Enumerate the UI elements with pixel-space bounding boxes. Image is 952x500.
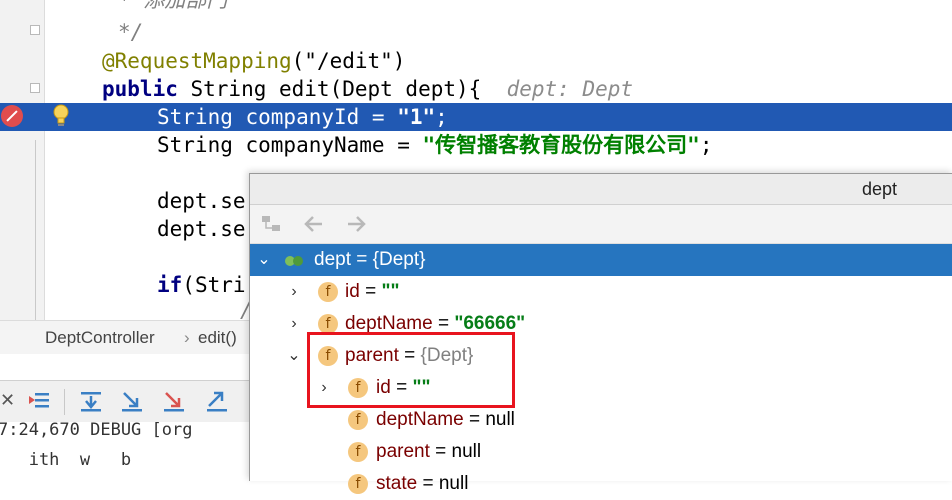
- code-line: * 添加部门: [118, 0, 228, 12]
- show-execution-point-icon[interactable]: [27, 388, 53, 414]
- highlight-box: [307, 332, 515, 408]
- fold-icon[interactable]: [30, 83, 40, 93]
- breadcrumb-class[interactable]: DeptController: [45, 321, 155, 354]
- hierarchy-icon[interactable]: [260, 213, 284, 235]
- tree-row-text: state = null: [376, 473, 469, 494]
- forward-arrow-icon[interactable]: [344, 213, 368, 235]
- tree-row[interactable]: f deptName = null: [250, 404, 952, 436]
- fold-guide: [35, 140, 36, 320]
- chevron-down-icon[interactable]: ⌄: [284, 340, 304, 372]
- step-into-icon[interactable]: [119, 388, 145, 414]
- close-icon[interactable]: ✕: [0, 390, 15, 411]
- code-line: public String edit(Dept dept){ dept: Dep…: [102, 77, 634, 101]
- current-execution-line: String companyId = "1";: [0, 103, 952, 131]
- tree-row-text: deptName = null: [376, 409, 515, 430]
- code-line: dept.se: [157, 217, 246, 241]
- popup-title: dept: [861, 179, 897, 199]
- variable-inspector-popup: dept ⌄ dept = {Dept} › f id = "" › f dep…: [249, 173, 952, 494]
- toolbar-divider: [64, 389, 65, 415]
- field-icon: f: [348, 442, 368, 462]
- code-line: @RequestMapping("/edit"): [102, 49, 406, 73]
- step-out-icon[interactable]: [204, 388, 230, 414]
- tree-row-root[interactable]: ⌄ dept = {Dept}: [250, 244, 952, 276]
- tree-row[interactable]: f state = null: [250, 468, 952, 500]
- inline-hint: dept: Dept: [506, 77, 634, 101]
- code-line: String companyId = "1";: [157, 105, 448, 129]
- breadcrumb-method[interactable]: edit(): [198, 321, 237, 354]
- console-line: ith w b: [0, 450, 132, 470]
- annotation-arg: ("/edit"): [291, 49, 406, 73]
- code-line: if(Stri: [157, 273, 246, 297]
- tree-row-text: id = "": [345, 281, 400, 302]
- code-line: */: [118, 20, 144, 44]
- console-line: 7:24,670 DEBUG [org: [0, 420, 193, 440]
- tree-row[interactable]: › f id = "": [250, 276, 952, 308]
- breakpoint-icon[interactable]: [1, 105, 23, 127]
- field-icon: f: [348, 410, 368, 430]
- fold-icon[interactable]: [30, 25, 40, 35]
- step-over-icon[interactable]: [78, 388, 104, 414]
- panel-gap: [0, 354, 250, 380]
- chevron-right-icon[interactable]: ›: [284, 276, 304, 308]
- breadcrumb-separator: ›: [184, 328, 190, 347]
- breadcrumb: DeptController › edit(): [0, 320, 250, 354]
- tree-row-text: parent = null: [376, 441, 482, 462]
- code-line: dept.se: [157, 189, 246, 213]
- popup-title-bar[interactable]: dept: [250, 174, 952, 205]
- popup-toolbar: [250, 205, 952, 244]
- field-icon: f: [348, 474, 368, 494]
- field-icon: f: [318, 314, 338, 334]
- tree-row-text: dept = {Dept}: [314, 249, 426, 270]
- chevron-down-icon[interactable]: ⌄: [254, 244, 274, 276]
- lightbulb-icon[interactable]: [52, 104, 70, 128]
- tree-row[interactable]: f parent = null: [250, 436, 952, 468]
- force-step-into-icon[interactable]: [161, 388, 187, 414]
- field-icon: f: [318, 282, 338, 302]
- chevron-right-icon[interactable]: ›: [284, 308, 304, 340]
- object-icon: [285, 256, 303, 266]
- code-line: String companyName = "传智播客教育股份有限公司";: [157, 133, 713, 157]
- back-arrow-icon[interactable]: [302, 213, 326, 235]
- console-output[interactable]: 7:24,670 DEBUG [org ith w b: [0, 420, 250, 480]
- editor-gutter: [0, 0, 45, 320]
- debug-toolbar: ✕: [0, 380, 250, 424]
